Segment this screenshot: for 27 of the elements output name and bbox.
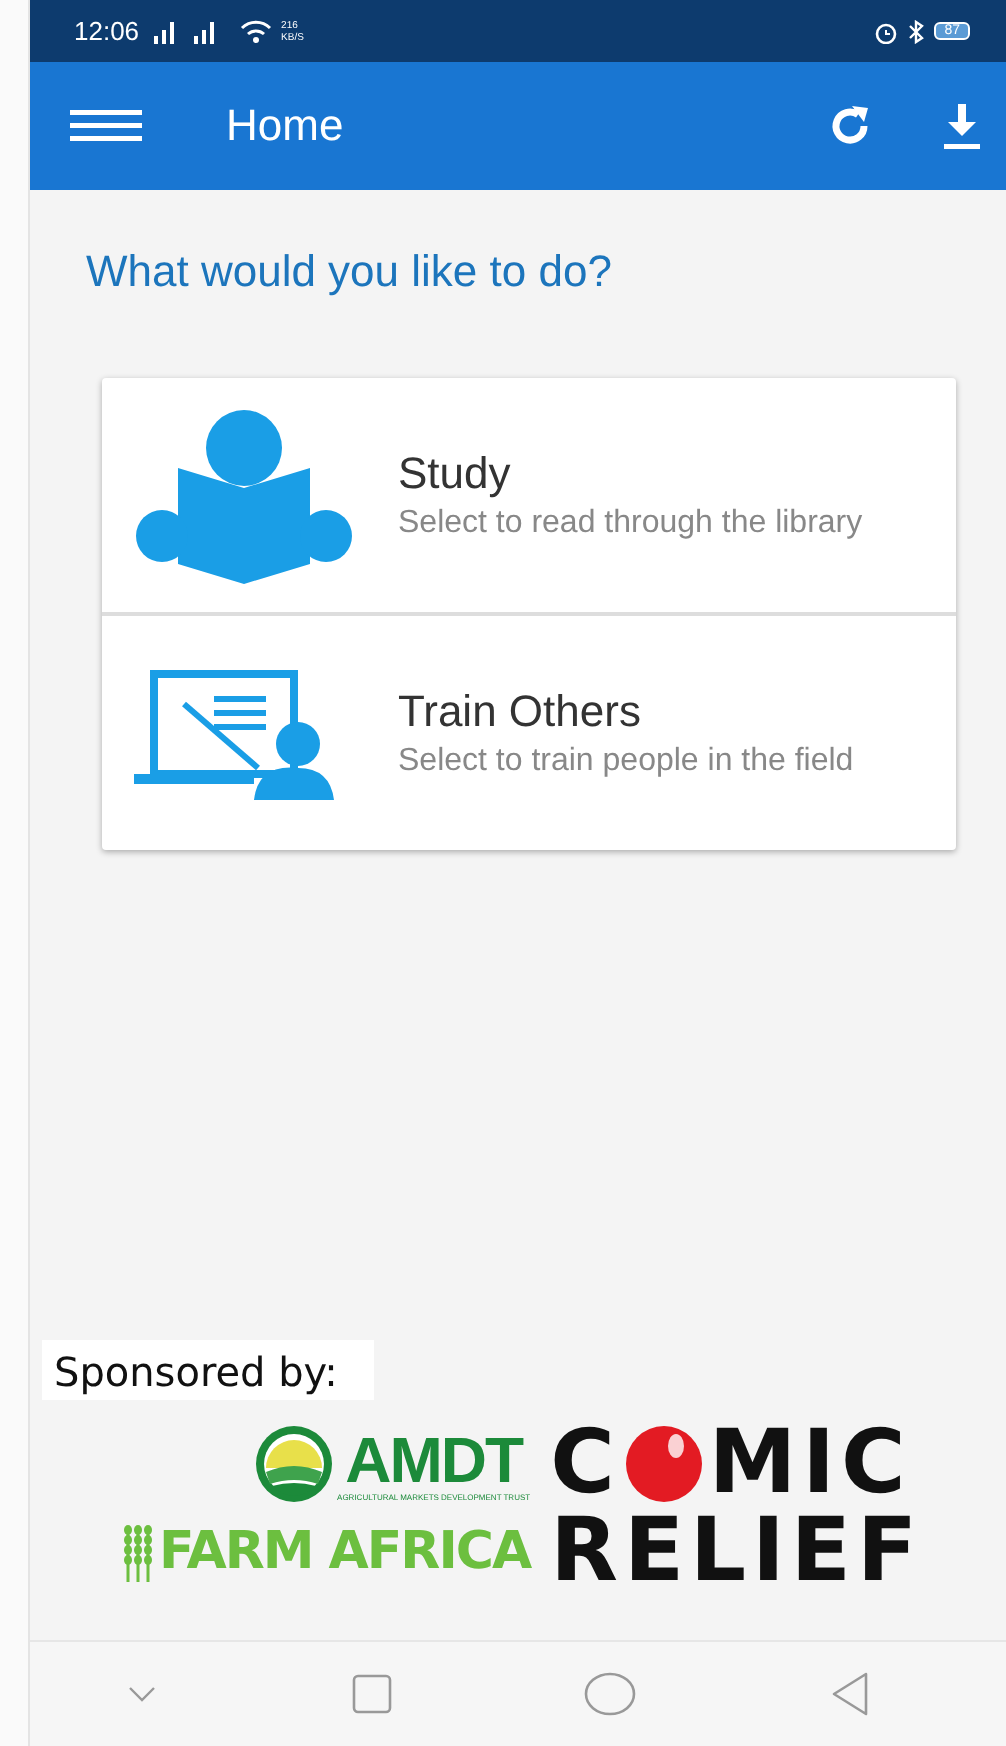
home-icon[interactable] — [584, 1672, 637, 1716]
option-item[interactable]: Train Others Select to train people in the field — [102, 616, 956, 850]
prompt-heading: What would you like to do? — [86, 246, 614, 298]
recents-icon[interactable] — [351, 1674, 392, 1714]
option-description: Select to read through the library — [398, 503, 865, 543]
option-title: Train Others — [398, 685, 643, 737]
status-time: 12:06 — [74, 16, 140, 46]
refresh-icon[interactable] — [826, 102, 874, 150]
alarm-icon — [874, 19, 899, 43]
option-title: Study — [398, 447, 513, 499]
bluetooth-icon — [908, 19, 925, 43]
wifi-icon — [239, 19, 272, 43]
back-icon[interactable] — [829, 1672, 870, 1716]
sponsor-label: Sponsored by: — [42, 1340, 374, 1400]
logo-text: FARM AFRICA — [158, 1522, 531, 1582]
wheat-icon — [124, 1522, 153, 1582]
option-description: Select to train people in the field — [398, 741, 856, 781]
option-item[interactable]: Study Select to read through the library — [102, 378, 956, 616]
menu-icon[interactable] — [70, 110, 142, 142]
logo-text: RELIEF — [550, 1508, 924, 1596]
download-icon[interactable] — [942, 102, 982, 150]
chevron-down-icon[interactable] — [126, 1684, 159, 1704]
logo-text: AMDT — [345, 1427, 523, 1491]
screen-title: Home — [226, 100, 346, 152]
logo-text: MIC — [708, 1420, 912, 1508]
logo-text: C — [550, 1420, 621, 1508]
sun-field-icon — [253, 1424, 334, 1504]
